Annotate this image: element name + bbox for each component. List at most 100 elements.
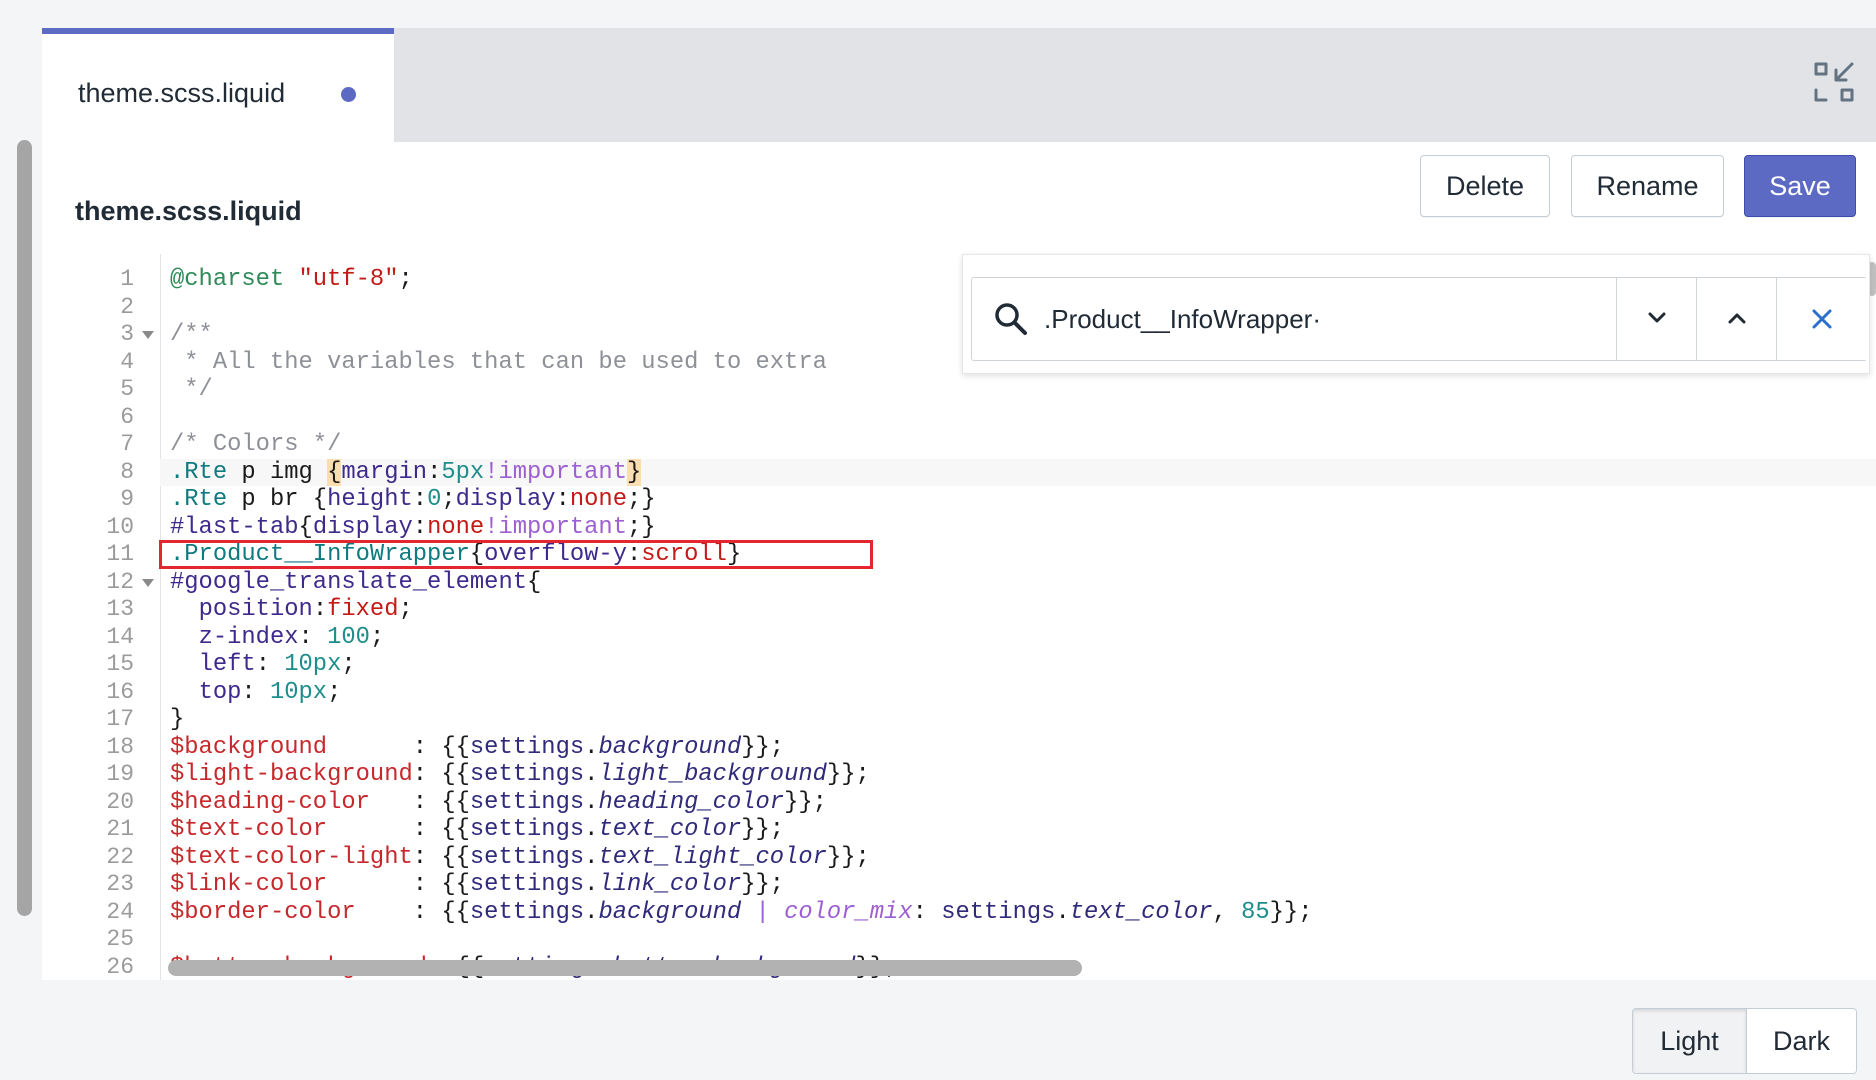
code-token: .	[584, 761, 599, 788]
close-search-button[interactable]	[1776, 278, 1867, 360]
code-token: p br {	[227, 486, 328, 513]
code-token: : {{	[327, 733, 470, 761]
code-token: /* Colors */	[170, 431, 342, 458]
fold-toggle-icon[interactable]	[142, 331, 154, 339]
code-line[interactable]: #last-tab{display:none!important;}	[170, 514, 1856, 542]
code-token: ;	[398, 596, 413, 623]
code-token: :	[412, 486, 428, 513]
code-line[interactable]	[170, 404, 1856, 432]
search-input[interactable]	[1042, 296, 1586, 342]
code-token: .	[584, 733, 599, 761]
code-token: ;	[341, 651, 356, 678]
code-line[interactable]	[170, 926, 1856, 954]
next-match-button[interactable]	[1616, 278, 1697, 360]
code-line[interactable]: $heading-color : {{settings.heading_colo…	[170, 789, 1856, 817]
line-number: 9	[120, 486, 134, 512]
code-token: text_light_color	[598, 843, 827, 871]
code-line[interactable]: position:fixed;	[170, 596, 1856, 624]
code-token: $border-color	[170, 898, 356, 926]
code-token: 10px	[284, 651, 342, 678]
previous-match-button[interactable]	[1696, 278, 1777, 360]
code-token: .	[584, 788, 599, 816]
code-token: }};	[741, 733, 785, 761]
code-line[interactable]: $background : {{settings.background}};	[170, 734, 1856, 762]
code-line[interactable]: /* Colors */	[170, 431, 1856, 459]
code-line[interactable]: z-index: 100;	[170, 624, 1856, 652]
code-line[interactable]: left: 10px;	[170, 651, 1856, 679]
code-token: 100	[327, 623, 370, 651]
code-token: 85	[1241, 898, 1270, 926]
annotation-highlight-box	[159, 540, 873, 569]
page-scrollbar-thumb[interactable]	[17, 140, 32, 916]
code-token: {	[298, 513, 313, 541]
code-token: link_color	[598, 871, 742, 898]
page-scrollbar-track[interactable]	[0, 0, 42, 1080]
code-token: #google_translate_element	[170, 568, 528, 596]
chevron-down-icon	[1648, 312, 1666, 323]
code-token: p img	[227, 458, 328, 486]
code-token: "utf-8"	[298, 266, 399, 293]
line-number: 17	[106, 706, 134, 732]
line-number: 12	[106, 568, 134, 595]
code-line[interactable]: #google_translate_element{	[170, 569, 1856, 597]
code-token: 10px	[269, 678, 328, 706]
code-line[interactable]: }	[170, 706, 1856, 734]
light-theme-button[interactable]: Light	[1633, 1009, 1747, 1073]
code-editor-panel: theme.scss.liquid theme.scss.liquid Dele…	[42, 28, 1876, 980]
line-number: 25	[106, 926, 134, 952]
code-token: */	[170, 376, 213, 403]
line-number: 15	[106, 651, 134, 677]
search-panel	[962, 254, 1870, 374]
line-number: 19	[106, 761, 134, 787]
code-token: : {{	[412, 843, 470, 871]
code-token: top	[198, 678, 242, 706]
code-token: :	[427, 458, 442, 486]
line-number: 14	[106, 623, 134, 650]
theme-toggle: Light Dark	[1632, 1008, 1857, 1074]
save-button[interactable]: Save	[1744, 155, 1856, 217]
code-token: }};	[741, 816, 785, 843]
code-token: }};	[1269, 898, 1313, 926]
fold-toggle-icon[interactable]	[142, 578, 154, 587]
code-token: ,	[1212, 898, 1242, 926]
code-token: settings	[469, 788, 585, 816]
code-token: @charset	[170, 266, 285, 293]
code-line[interactable]: $text-color : {{settings.text_color}};	[170, 816, 1856, 844]
code-line[interactable]: .Rte p br {height:0;display:none;}	[170, 486, 1856, 514]
code-token: ;}	[627, 513, 656, 541]
code-line[interactable]: $light-background: {{settings.light_back…	[170, 761, 1856, 789]
code-token: ;	[369, 623, 385, 651]
file-title: theme.scss.liquid	[75, 196, 302, 226]
code-token: $text-color-light	[170, 843, 413, 871]
code-line[interactable]: top: 10px;	[170, 679, 1856, 707]
code-token: }};	[784, 788, 827, 816]
code-token: .Rte	[170, 458, 228, 486]
code-token: !important	[484, 458, 627, 486]
code-token: $heading-color	[170, 788, 370, 816]
code-line[interactable]: $border-color : {{settings.background | …	[170, 899, 1856, 927]
code-token: settings	[469, 733, 585, 761]
code-token: :	[555, 486, 570, 513]
collapse-button[interactable]	[1812, 60, 1856, 104]
code-token: height	[327, 486, 413, 513]
delete-button[interactable]: Delete	[1420, 155, 1550, 217]
code-token: .	[584, 843, 599, 871]
line-number: 22	[106, 843, 134, 870]
tab-theme-scss-liquid[interactable]: theme.scss.liquid	[42, 28, 394, 142]
code-line[interactable]: */	[170, 376, 1856, 404]
line-number: 16	[106, 678, 134, 705]
code-line[interactable]: $text-color-light: {{settings.text_light…	[170, 844, 1856, 872]
code-line[interactable]: .Rte p img {margin:5px!important}	[170, 458, 1856, 487]
rename-button[interactable]: Rename	[1571, 155, 1724, 217]
tab-bar: theme.scss.liquid	[42, 28, 1876, 142]
dark-theme-button[interactable]: Dark	[1747, 1009, 1856, 1073]
code-line[interactable]: $link-color : {{settings.link_color}};	[170, 871, 1856, 899]
file-header: theme.scss.liquid Delete Rename Save	[42, 142, 1876, 255]
editor-horizontal-scrollbar[interactable]	[168, 960, 1082, 976]
code-token: background	[598, 898, 742, 926]
